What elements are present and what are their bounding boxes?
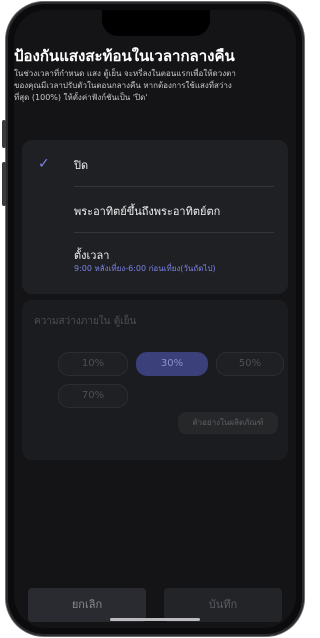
brightness-card: ความสว่างภายใน ตู้เย็น 10% 30% 50% 70% ต… [22, 300, 288, 460]
brightness-chip-50[interactable]: 50% [216, 352, 284, 376]
preview-button[interactable]: ตัวอย่างในผลิตภัณฑ์ [178, 412, 278, 434]
bottom-bar: ยกเลิก บันทึก [14, 582, 296, 628]
save-button[interactable]: บันทึก [164, 588, 282, 622]
description-line: ของคุณมีเวลาปรับตัวในตอนกลางคืน หากต้องก… [14, 81, 232, 90]
option-label: ปิด [74, 159, 89, 172]
side-button [2, 162, 6, 206]
side-button [2, 120, 6, 148]
divider [74, 186, 274, 187]
option-label: พระอาทิตย์ขึ้นถึงพระอาทิตย์ตก [74, 205, 221, 218]
brightness-title: ความสว่างภายใน ตู้เย็น [34, 316, 137, 327]
home-indicator [110, 618, 200, 621]
dynamic-island [102, 10, 210, 36]
option-sunrise-sunset[interactable]: พระอาทิตย์ขึ้นถึงพระอาทิตย์ตก [22, 202, 288, 226]
option-off[interactable]: ✓ ปิด [22, 156, 288, 180]
brightness-chip-10[interactable]: 10% [58, 352, 128, 376]
description: ในช่วงเวลาที่กำหนด แสง ตู้เย็น จะหรี่ลงใ… [14, 68, 296, 104]
divider [74, 232, 274, 233]
checkmark-icon: ✓ [38, 156, 50, 172]
brightness-chip-30[interactable]: 30% [136, 352, 208, 376]
description-line: ในช่วงเวลาที่กำหนด แสง ตู้เย็น จะหรี่ลงใ… [14, 69, 236, 78]
option-schedule[interactable]: ตั้งเวลา 9:00 หลังเที่ยง-6:00 ก่อนเที่ยง… [22, 246, 288, 282]
brightness-chip-70[interactable]: 70% [58, 384, 128, 408]
screen: ป้องกันแสงสะท้อนในเวลากลางคืน ในช่วงเวลา… [14, 10, 296, 628]
options-card: ✓ ปิด พระอาทิตย์ขึ้นถึงพระอาทิตย์ตก ตั้ง… [22, 140, 288, 294]
description-line: ที่สุด (100%) ให้ตั้งค่าฟังก์ชันเป็น 'ปิ… [14, 93, 148, 102]
cancel-button[interactable]: ยกเลิก [28, 588, 146, 622]
schedule-time: 9:00 หลังเที่ยง-6:00 ก่อนเที่ยง(วันถัดไป… [74, 264, 216, 273]
page-title: ป้องกันแสงสะท้อนในเวลากลางคืน [14, 47, 235, 65]
